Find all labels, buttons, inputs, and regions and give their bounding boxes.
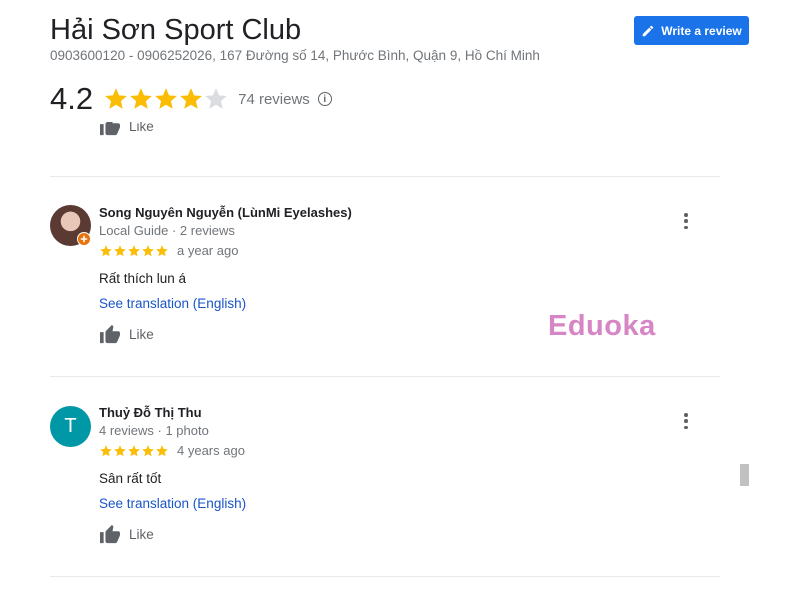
review-stars xyxy=(99,244,169,258)
star-filled-icon xyxy=(156,244,168,256)
review-time: a year ago xyxy=(177,243,239,258)
pencil-icon xyxy=(641,24,655,38)
divider xyxy=(50,576,720,577)
review-author-meta[interactable]: 4 reviews · 1 photo xyxy=(99,423,209,438)
reviews-list[interactable]: Like Song Nguyên Nguyễn (LùnMi Eyelashes… xyxy=(0,122,800,600)
star-filled-icon xyxy=(114,244,126,256)
star-empty-icon xyxy=(205,88,227,109)
review-item: Song Nguyên Nguyễn (LùnMi Eyelashes) Loc… xyxy=(0,176,800,376)
star-filled-icon xyxy=(100,444,112,456)
review-text: Rất thích lun á xyxy=(99,271,187,286)
scrollbar-thumb[interactable] xyxy=(740,464,749,486)
review-rating: 4 years ago xyxy=(99,443,245,458)
place-title: Hải Sơn Sport Club xyxy=(50,14,302,46)
star-filled-icon xyxy=(105,88,127,109)
more-options-icon[interactable] xyxy=(680,410,692,432)
star-filled-icon xyxy=(128,244,140,256)
review-rating: a year ago xyxy=(99,243,238,258)
review-author[interactable]: Song Nguyên Nguyễn (LùnMi Eyelashes) xyxy=(99,205,352,220)
rating-summary: 4.2 74 reviews i xyxy=(50,80,332,118)
star-filled-icon xyxy=(130,88,152,109)
star-filled-icon xyxy=(128,444,140,456)
more-options-icon[interactable] xyxy=(680,210,692,232)
thumbs-up-icon xyxy=(99,524,121,544)
review-author[interactable]: Thuỷ Đỗ Thị Thu xyxy=(99,405,202,420)
like-label: Like xyxy=(129,526,154,542)
review-time: 4 years ago xyxy=(177,443,245,458)
star-filled-icon xyxy=(180,88,202,109)
watermark-logo: Eduoka xyxy=(548,310,656,342)
like-button[interactable]: Like xyxy=(99,524,154,544)
thumbs-up-icon xyxy=(99,122,121,136)
see-translation-link[interactable]: See translation (English) xyxy=(99,296,246,311)
star-filled-icon xyxy=(155,88,177,109)
review-count[interactable]: 74 reviews xyxy=(238,91,310,108)
review-stars xyxy=(99,444,169,458)
star-filled-icon xyxy=(142,444,154,456)
review-text: Sân rất tốt xyxy=(99,471,162,486)
place-address: 0903600120 - 0906252026, 167 Đường số 14… xyxy=(50,48,540,63)
rating-stars xyxy=(103,86,228,112)
avatar[interactable] xyxy=(50,205,91,246)
like-label: Like xyxy=(129,122,154,134)
thumbs-up-icon xyxy=(99,324,121,344)
star-filled-icon xyxy=(142,244,154,256)
see-translation-link[interactable]: See translation (English) xyxy=(99,496,246,511)
star-filled-icon xyxy=(100,244,112,256)
star-filled-icon xyxy=(156,444,168,456)
like-button[interactable]: Like xyxy=(99,122,154,136)
review-item: T Thuỷ Đỗ Thị Thu 4 reviews · 1 photo 4 … xyxy=(0,376,800,576)
rating-value: 4.2 xyxy=(50,81,94,116)
review-author-meta[interactable]: Local Guide · 2 reviews xyxy=(99,223,235,238)
avatar[interactable]: T xyxy=(50,406,91,447)
local-guide-badge-icon xyxy=(77,232,91,246)
like-label: Like xyxy=(129,326,154,342)
info-icon[interactable]: i xyxy=(317,92,332,106)
write-review-label: Write a review xyxy=(661,23,742,38)
star-filled-icon xyxy=(114,444,126,456)
like-button[interactable]: Like xyxy=(99,324,154,344)
write-review-button[interactable]: Write a review xyxy=(634,16,749,45)
